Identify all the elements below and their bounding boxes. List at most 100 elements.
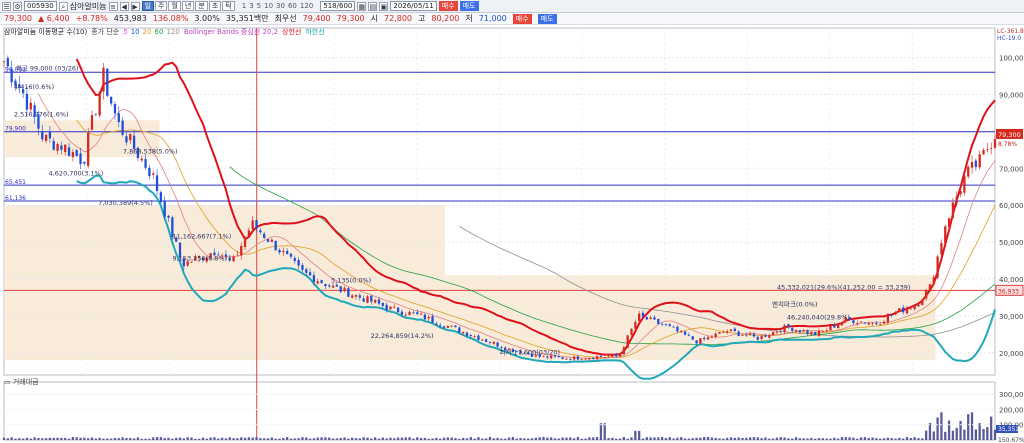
period-120[interactable]: 120 bbox=[299, 2, 314, 10]
volume-bar bbox=[374, 437, 377, 440]
candle-body bbox=[377, 299, 381, 304]
volume-bar bbox=[771, 438, 775, 440]
volume-bar bbox=[473, 438, 476, 440]
tab-2[interactable]: 월 bbox=[168, 1, 181, 11]
volume-bar bbox=[680, 437, 683, 440]
legend-bb-upper: 상한선 bbox=[282, 28, 302, 36]
volume-bar bbox=[810, 437, 813, 440]
volume-bar bbox=[351, 437, 354, 440]
candle-body bbox=[477, 335, 480, 340]
volume-bar bbox=[404, 437, 407, 440]
candle-body bbox=[44, 134, 48, 141]
candle-body bbox=[404, 314, 407, 316]
candle-body bbox=[351, 295, 354, 298]
volume-bar bbox=[714, 437, 717, 440]
volume-bar bbox=[879, 438, 882, 440]
candle-body bbox=[282, 251, 285, 253]
volume-bar bbox=[331, 438, 335, 440]
volume-bar bbox=[52, 437, 55, 440]
tab-1[interactable]: 주 bbox=[155, 1, 168, 11]
tab-5[interactable]: 초 bbox=[208, 1, 222, 11]
volume-bar bbox=[450, 437, 453, 440]
calendar-icon[interactable]: ▣ bbox=[379, 1, 389, 11]
candle-body bbox=[706, 337, 710, 340]
candle-body bbox=[419, 313, 423, 315]
volume-bar bbox=[197, 438, 201, 440]
candle-body bbox=[492, 341, 495, 344]
chart-icon[interactable]: ▦ bbox=[357, 1, 367, 11]
candle-body bbox=[921, 299, 924, 305]
grid-icon[interactable]: ▤ bbox=[368, 1, 378, 11]
candle-body bbox=[653, 317, 656, 320]
volume-bar bbox=[902, 438, 905, 440]
volume-bar bbox=[56, 437, 59, 440]
quote-buy-button[interactable]: 매수 bbox=[512, 13, 532, 24]
settings-icon[interactable]: ⚙ bbox=[13, 1, 22, 11]
low-label: 저 bbox=[465, 14, 473, 23]
tab-3[interactable]: 년 bbox=[181, 1, 195, 11]
candle-body bbox=[576, 356, 580, 360]
volume-bar bbox=[607, 438, 610, 440]
candle-body bbox=[783, 325, 786, 333]
candle-body bbox=[928, 284, 932, 291]
period-30[interactable]: 30 bbox=[275, 2, 286, 10]
volume-bar bbox=[917, 438, 920, 440]
y-tick-label: 100,000 bbox=[999, 55, 1024, 63]
period-3[interactable]: 3 bbox=[248, 2, 254, 10]
date-field[interactable]: 2026/05/11 bbox=[390, 1, 437, 11]
search-icon[interactable]: ⌕ bbox=[58, 1, 68, 11]
sell-button[interactable]: 매도 bbox=[459, 1, 479, 11]
volume-bar bbox=[546, 437, 549, 440]
volume-bar bbox=[396, 437, 400, 440]
volume-bar bbox=[366, 437, 369, 440]
candle-body bbox=[691, 336, 694, 340]
quote-sell-button[interactable]: 매도 bbox=[537, 13, 557, 24]
candle-body bbox=[565, 358, 568, 360]
candle-body bbox=[936, 256, 939, 278]
candle-body bbox=[396, 307, 400, 313]
volume-bar bbox=[955, 427, 958, 440]
candle-body bbox=[481, 339, 484, 341]
candle-body bbox=[859, 321, 863, 323]
candle-body bbox=[611, 354, 614, 357]
candle-body bbox=[733, 328, 736, 332]
candle-body bbox=[129, 134, 132, 141]
volume-bar bbox=[572, 438, 576, 440]
legend-ma-20: 20 bbox=[142, 28, 152, 36]
legend-ma-5: 5 bbox=[123, 28, 128, 36]
volume-bar bbox=[683, 438, 687, 440]
stock-code-input[interactable]: 005930 bbox=[24, 1, 57, 11]
ask-price: 79,300 bbox=[336, 14, 365, 23]
tab-0[interactable]: 일 bbox=[141, 1, 154, 11]
volume-bar bbox=[442, 437, 446, 440]
candle-body bbox=[660, 324, 664, 326]
list-icon[interactable]: ≡ bbox=[108, 1, 118, 11]
volume-bar bbox=[638, 430, 641, 440]
tab-4[interactable]: 분 bbox=[195, 1, 208, 11]
candle-body bbox=[259, 230, 262, 233]
buy-button[interactable]: 매수 bbox=[438, 1, 458, 11]
volume-bar bbox=[542, 436, 545, 440]
volume-bar bbox=[358, 438, 361, 440]
chart-area[interactable]: 20,00030,00040,00050,00060,00070,00080,0… bbox=[0, 25, 1024, 443]
next-icon[interactable]: ▶ bbox=[130, 1, 140, 11]
candle-body bbox=[664, 324, 668, 326]
period-10[interactable]: 10 bbox=[263, 2, 274, 10]
tab-6[interactable]: 틱 bbox=[222, 1, 235, 11]
count-field[interactable]: 518/600 bbox=[320, 1, 356, 11]
period-60[interactable]: 60 bbox=[287, 2, 298, 10]
period-5[interactable]: 5 bbox=[256, 2, 262, 10]
candle-body bbox=[347, 288, 350, 297]
price-chart[interactable]: 20,00030,00040,00050,00060,00070,00080,0… bbox=[0, 25, 1024, 443]
period-1[interactable]: 1 bbox=[241, 2, 247, 10]
candle-body bbox=[48, 132, 52, 139]
prev-icon[interactable]: ◀ bbox=[119, 1, 129, 11]
candle-body bbox=[718, 332, 721, 334]
candle-body bbox=[370, 295, 373, 302]
volume-bar bbox=[282, 438, 285, 440]
menu-icon[interactable]: ☰ bbox=[2, 1, 11, 11]
candle-body bbox=[657, 318, 660, 324]
volume-bar bbox=[175, 437, 178, 440]
candle-body bbox=[856, 323, 859, 324]
candle-body bbox=[29, 102, 32, 110]
